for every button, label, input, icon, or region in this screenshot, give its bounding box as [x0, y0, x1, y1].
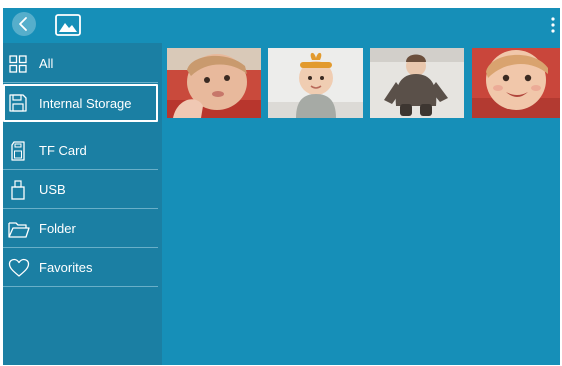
usb-icon [8, 179, 28, 201]
sidebar: All Internal Storage TF Card USB Folder … [3, 43, 162, 365]
grid-icon [8, 53, 28, 75]
photo-grid [163, 43, 560, 365]
photo-baby-closeup [167, 48, 261, 118]
gallery-button[interactable] [55, 13, 81, 37]
sidebar-item-folder[interactable]: Folder [3, 210, 158, 248]
sd-card-icon [8, 140, 28, 162]
heart-icon [8, 257, 30, 279]
sidebar-item-label: Internal Storage [39, 95, 132, 111]
more-vertical-icon [551, 17, 555, 33]
top-bar [3, 8, 560, 43]
photo-thumbnail[interactable] [370, 48, 464, 118]
photo-thumbnail[interactable] [268, 48, 363, 118]
sidebar-item-label: All [39, 56, 54, 71]
chevron-left-icon [19, 17, 27, 31]
photo-thumbnail[interactable] [167, 48, 261, 118]
sidebar-item-label: Folder [39, 221, 76, 236]
more-menu-button[interactable] [548, 15, 558, 35]
photo-baby-smiling [472, 48, 560, 118]
photo-baby-headband [268, 48, 363, 118]
save-icon [8, 92, 28, 114]
sidebar-item-label: TF Card [39, 143, 87, 158]
image-icon [55, 14, 81, 36]
sidebar-item-tf-card[interactable]: TF Card [3, 132, 158, 170]
sidebar-item-label: USB [39, 182, 66, 197]
gallery-screen: All Internal Storage TF Card USB Folder … [3, 8, 560, 365]
photo-thumbnail[interactable] [472, 48, 560, 118]
photo-baby-jacket [370, 48, 464, 118]
folder-icon [8, 218, 30, 240]
sidebar-item-label: Favorites [39, 260, 93, 275]
back-button[interactable] [12, 12, 36, 36]
sidebar-item-usb[interactable]: USB [3, 171, 158, 209]
sidebar-item-internal-storage[interactable]: Internal Storage [3, 84, 158, 122]
sidebar-item-all[interactable]: All [3, 45, 158, 83]
sidebar-item-favorites[interactable]: Favorites [3, 249, 158, 287]
